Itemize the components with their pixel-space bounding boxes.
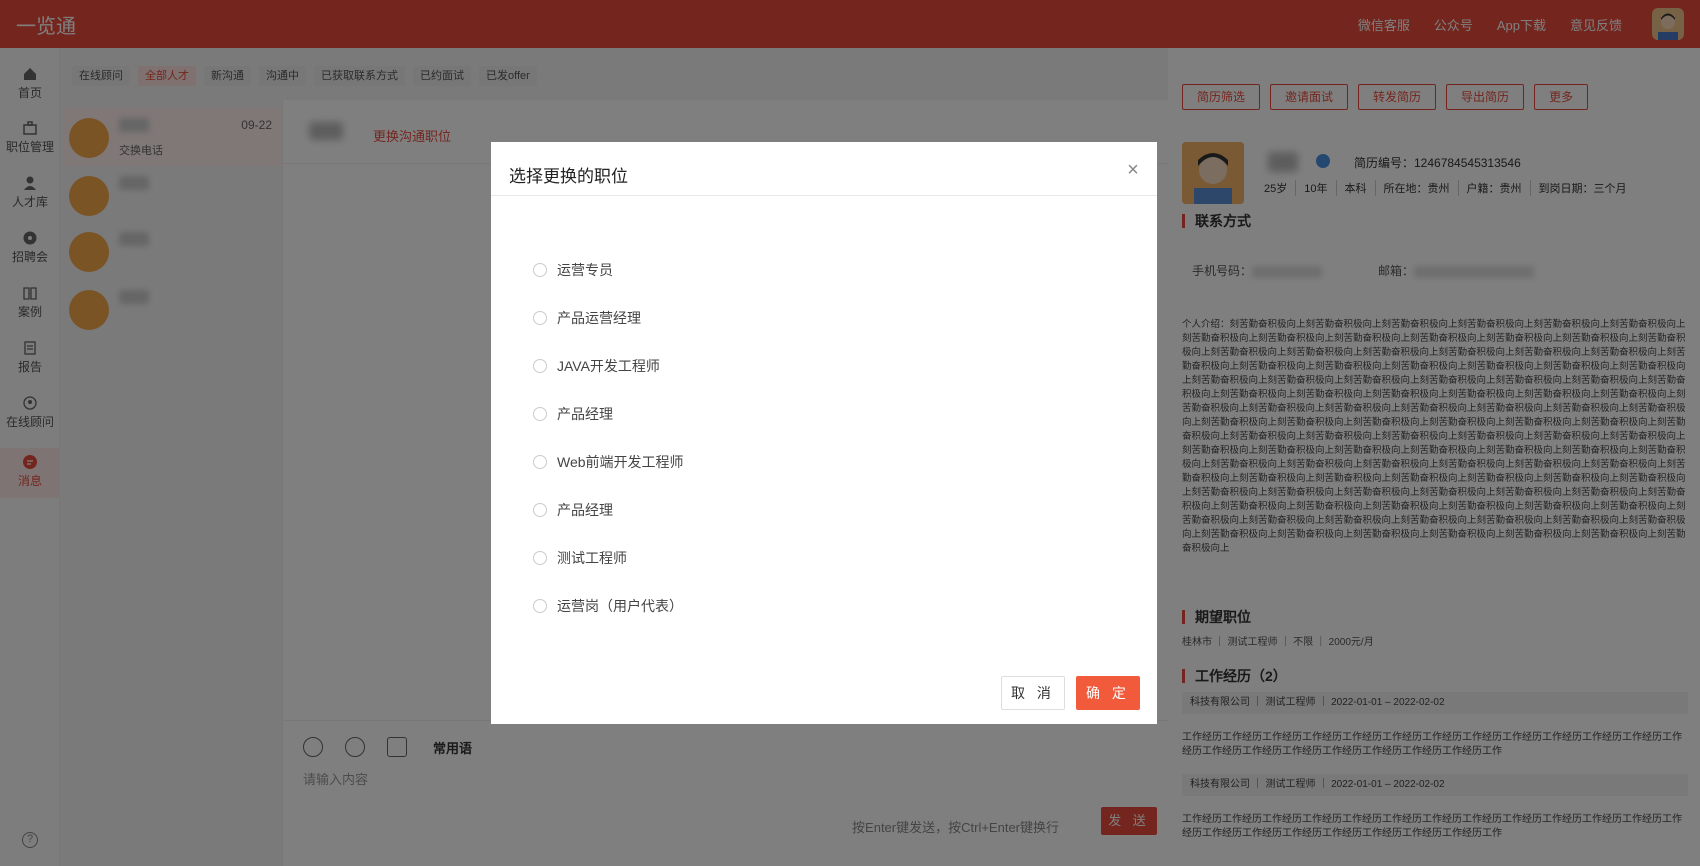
radio-button[interactable] — [533, 263, 547, 277]
radio-button[interactable] — [533, 455, 547, 469]
position-option-label: 测试工程师 — [557, 550, 627, 566]
position-option-label: 运营岗（用户代表） — [557, 598, 683, 614]
position-option-label: 产品运营经理 — [557, 310, 641, 326]
change-position-dialog: 选择更换的职位 × 运营专员 产品运营经理 JAVA开发工程师 产品经理 Web… — [491, 142, 1157, 724]
position-option[interactable]: 产品运营经理 — [533, 294, 684, 342]
position-option[interactable]: Web前端开发工程师 — [533, 438, 684, 486]
position-option[interactable]: 运营岗（用户代表） — [533, 582, 684, 630]
position-option-label: 运营专员 — [557, 262, 613, 278]
position-option-label: 产品经理 — [557, 502, 613, 518]
dialog-divider — [491, 195, 1157, 196]
position-option[interactable]: 产品经理 — [533, 486, 684, 534]
radio-button[interactable] — [533, 359, 547, 373]
radio-button[interactable] — [533, 503, 547, 517]
dialog-title: 选择更换的职位 — [509, 167, 628, 186]
position-option-label: Web前端开发工程师 — [557, 454, 684, 470]
cancel-button[interactable]: 取 消 — [1001, 676, 1065, 710]
radio-button[interactable] — [533, 551, 547, 565]
radio-button[interactable] — [533, 311, 547, 325]
confirm-button[interactable]: 确 定 — [1076, 676, 1140, 710]
position-option-label: 产品经理 — [557, 406, 613, 422]
position-options: 运营专员 产品运营经理 JAVA开发工程师 产品经理 Web前端开发工程师 产品… — [533, 246, 684, 630]
position-option[interactable]: 运营专员 — [533, 246, 684, 294]
radio-button[interactable] — [533, 599, 547, 613]
position-option[interactable]: 测试工程师 — [533, 534, 684, 582]
position-option-label: JAVA开发工程师 — [557, 358, 660, 374]
radio-button[interactable] — [533, 407, 547, 421]
close-icon[interactable]: × — [1123, 160, 1143, 180]
position-option[interactable]: 产品经理 — [533, 390, 684, 438]
position-option[interactable]: JAVA开发工程师 — [533, 342, 684, 390]
